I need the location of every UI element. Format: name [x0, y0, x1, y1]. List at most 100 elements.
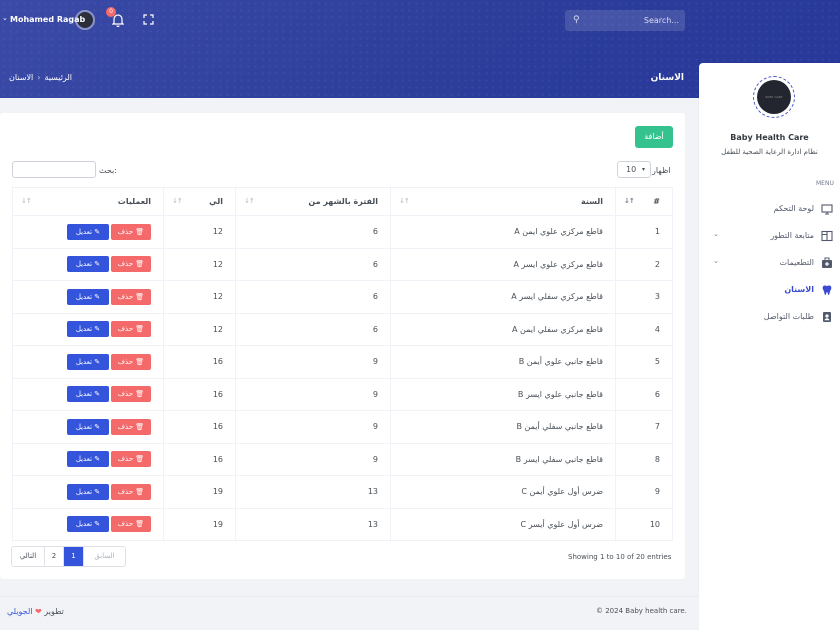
column-header-actions[interactable]: العمليات ↑↓ [12, 187, 164, 216]
delete-label: حذف [117, 487, 134, 496]
cell-actions: 🗑 حذف✎ تعديل [12, 377, 164, 411]
edit-button[interactable]: ✎ تعديل [67, 451, 109, 468]
show-entries-select[interactable]: 10 ▾ [617, 161, 651, 178]
show-entries-value: 10 [626, 165, 637, 174]
delete-button[interactable]: 🗑 حذف [111, 321, 151, 338]
chevron-left-icon: ‹ [37, 73, 41, 82]
cell-tooth: قاطع جانبي علوي أيمن B [390, 345, 616, 379]
edit-button[interactable]: ✎ تعديل [67, 483, 109, 500]
sidebar-item-contact-requests[interactable]: طلبات التواصل [699, 308, 840, 335]
column-header-tooth[interactable]: السنة ↑↓ [390, 187, 616, 216]
pagination-page-2[interactable]: 2 [45, 547, 64, 566]
edit-label: تعديل [75, 325, 93, 334]
cell-to: 16 [163, 410, 236, 444]
trash-icon: 🗑 [135, 292, 145, 301]
cell-actions: 🗑 حذف✎ تعديل [12, 507, 164, 541]
table-search-label: بحث: [99, 166, 117, 175]
delete-button[interactable]: 🗑 حذف [111, 451, 151, 468]
trash-icon: 🗑 [135, 520, 145, 529]
cell-number: 3 [615, 280, 673, 314]
sort-icon: ↑↓ [244, 197, 255, 205]
delete-button[interactable]: 🗑 حذف [111, 288, 151, 305]
pagination-prev[interactable]: السابق [84, 547, 125, 566]
chevron-down-icon: ⌄ [713, 230, 719, 238]
search-icon: ⚲ [573, 15, 580, 25]
add-button[interactable]: أضافة [635, 126, 673, 148]
cell-tooth: قاطع جانبي سفلي ايسر B [390, 442, 616, 476]
cell-actions: 🗑 حذف✎ تعديل [12, 410, 164, 444]
column-header-to[interactable]: الي ↑↓ [163, 187, 236, 216]
table-row: 1 قاطع مركزي علوي ايمن A 6 12 🗑 حذف✎ تعديل [12, 215, 673, 249]
sidebar-item-teeth[interactable]: الاسنان [699, 281, 840, 308]
footer: تطوير ❤ الجويلي © 2024 Baby health care. [0, 596, 699, 630]
edit-button[interactable]: ✎ تعديل [67, 516, 109, 533]
edit-icon: ✎ [94, 487, 101, 496]
cell-tooth: قاطع جانبي سفلي أيمن B [390, 410, 616, 444]
edit-label: تعديل [75, 227, 93, 236]
edit-icon: ✎ [94, 227, 101, 236]
breadcrumb-home[interactable]: الرئيسية [44, 73, 72, 82]
cell-number: 7 [615, 410, 673, 444]
column-header-from[interactable]: الفترة بالشهر من ↑↓ [235, 187, 391, 216]
trash-icon: 🗑 [135, 390, 145, 399]
cell-to: 12 [163, 280, 236, 314]
delete-label: حذف [117, 357, 134, 366]
cell-number: 9 [615, 475, 673, 509]
search-bar[interactable]: ⚲ [565, 10, 685, 31]
footer-credit: تطوير ❤ الجويلي [7, 607, 64, 616]
chevron-down-icon[interactable]: ⌄ [2, 14, 8, 22]
delete-button[interactable]: 🗑 حذف [111, 353, 151, 370]
table-body: 1 قاطع مركزي علوي ايمن A 6 12 🗑 حذف✎ تعديل 2 ق… [12, 215, 673, 541]
edit-label: تعديل [75, 520, 93, 529]
edit-button[interactable]: ✎ تعديل [67, 223, 109, 240]
sidebar-item-vaccinations[interactable]: التطعيمات ⌄ [699, 254, 840, 281]
user-name[interactable]: Mohamed Ragab [10, 15, 85, 24]
trash-icon: 🗑 [135, 487, 145, 496]
delete-button[interactable]: 🗑 حذف [111, 256, 151, 273]
search-input[interactable] [587, 13, 679, 28]
edit-icon: ✎ [94, 455, 101, 464]
sidebar-item-dashboard[interactable]: لوحة التحكم [699, 200, 840, 227]
cell-to: 16 [163, 345, 236, 379]
delete-label: حذف [117, 325, 134, 334]
edit-button[interactable]: ✎ تعديل [67, 321, 109, 338]
edit-button[interactable]: ✎ تعديل [67, 353, 109, 370]
fullscreen-icon[interactable] [143, 14, 154, 25]
column-header-number[interactable]: # ↑↓ [615, 187, 673, 216]
pagination-next[interactable]: التالي [12, 547, 45, 566]
sidebar-item-growth[interactable]: متابعة التطور ⌄ [699, 227, 840, 254]
monitor-icon [821, 203, 833, 215]
cell-from: 6 [235, 280, 391, 314]
cell-number: 8 [615, 442, 673, 476]
edit-button[interactable]: ✎ تعديل [67, 386, 109, 403]
cell-from: 13 [235, 507, 391, 541]
sidebar-item-label: طلبات التواصل [763, 312, 814, 321]
cell-from: 6 [235, 312, 391, 346]
delete-button[interactable]: 🗑 حذف [111, 516, 151, 533]
edit-button[interactable]: ✎ تعديل [67, 256, 109, 273]
delete-button[interactable]: 🗑 حذف [111, 418, 151, 435]
edit-button[interactable]: ✎ تعديل [67, 288, 109, 305]
table-row: 3 قاطع مركزي سفلي ايسر A 6 12 🗑 حذف✎ تعديل [12, 280, 673, 314]
table-search-input[interactable] [12, 161, 96, 178]
pagination-page-1[interactable]: 1 [64, 547, 84, 566]
delete-button[interactable]: 🗑 حذف [111, 223, 151, 240]
table-row: 4 قاطع مركزي سفلي ايمن A 6 12 🗑 حذف✎ تعديل [12, 312, 673, 346]
footer-dev-name[interactable]: الجويلي [7, 607, 33, 616]
cell-tooth: قاطع مركزي علوي ايسر A [390, 247, 616, 281]
delete-button[interactable]: 🗑 حذف [111, 483, 151, 500]
cell-actions: 🗑 حذف✎ تعديل [12, 345, 164, 379]
edit-button[interactable]: ✎ تعديل [67, 418, 109, 435]
edit-icon: ✎ [94, 357, 101, 366]
edit-label: تعديل [75, 487, 93, 496]
delete-button[interactable]: 🗑 حذف [111, 386, 151, 403]
table-row: 5 قاطع جانبي علوي أيمن B 9 16 🗑 حذف✎ تعديل [12, 345, 673, 379]
cell-from: 6 [235, 247, 391, 281]
app-logo: BABY CARE [753, 76, 795, 118]
footer-dev-prefix: تطوير [44, 607, 64, 616]
table-row: 2 قاطع مركزي علوي ايسر A 6 12 🗑 حذف✎ تعديل [12, 247, 673, 281]
sidebar-menu: لوحة التحكم متابعة التطور ⌄ التطعيمات ⌄ … [699, 200, 840, 335]
cell-number: 2 [615, 247, 673, 281]
delete-label: حذف [117, 390, 134, 399]
breadcrumb: الرئيسية‹الاسنان [0, 73, 72, 82]
